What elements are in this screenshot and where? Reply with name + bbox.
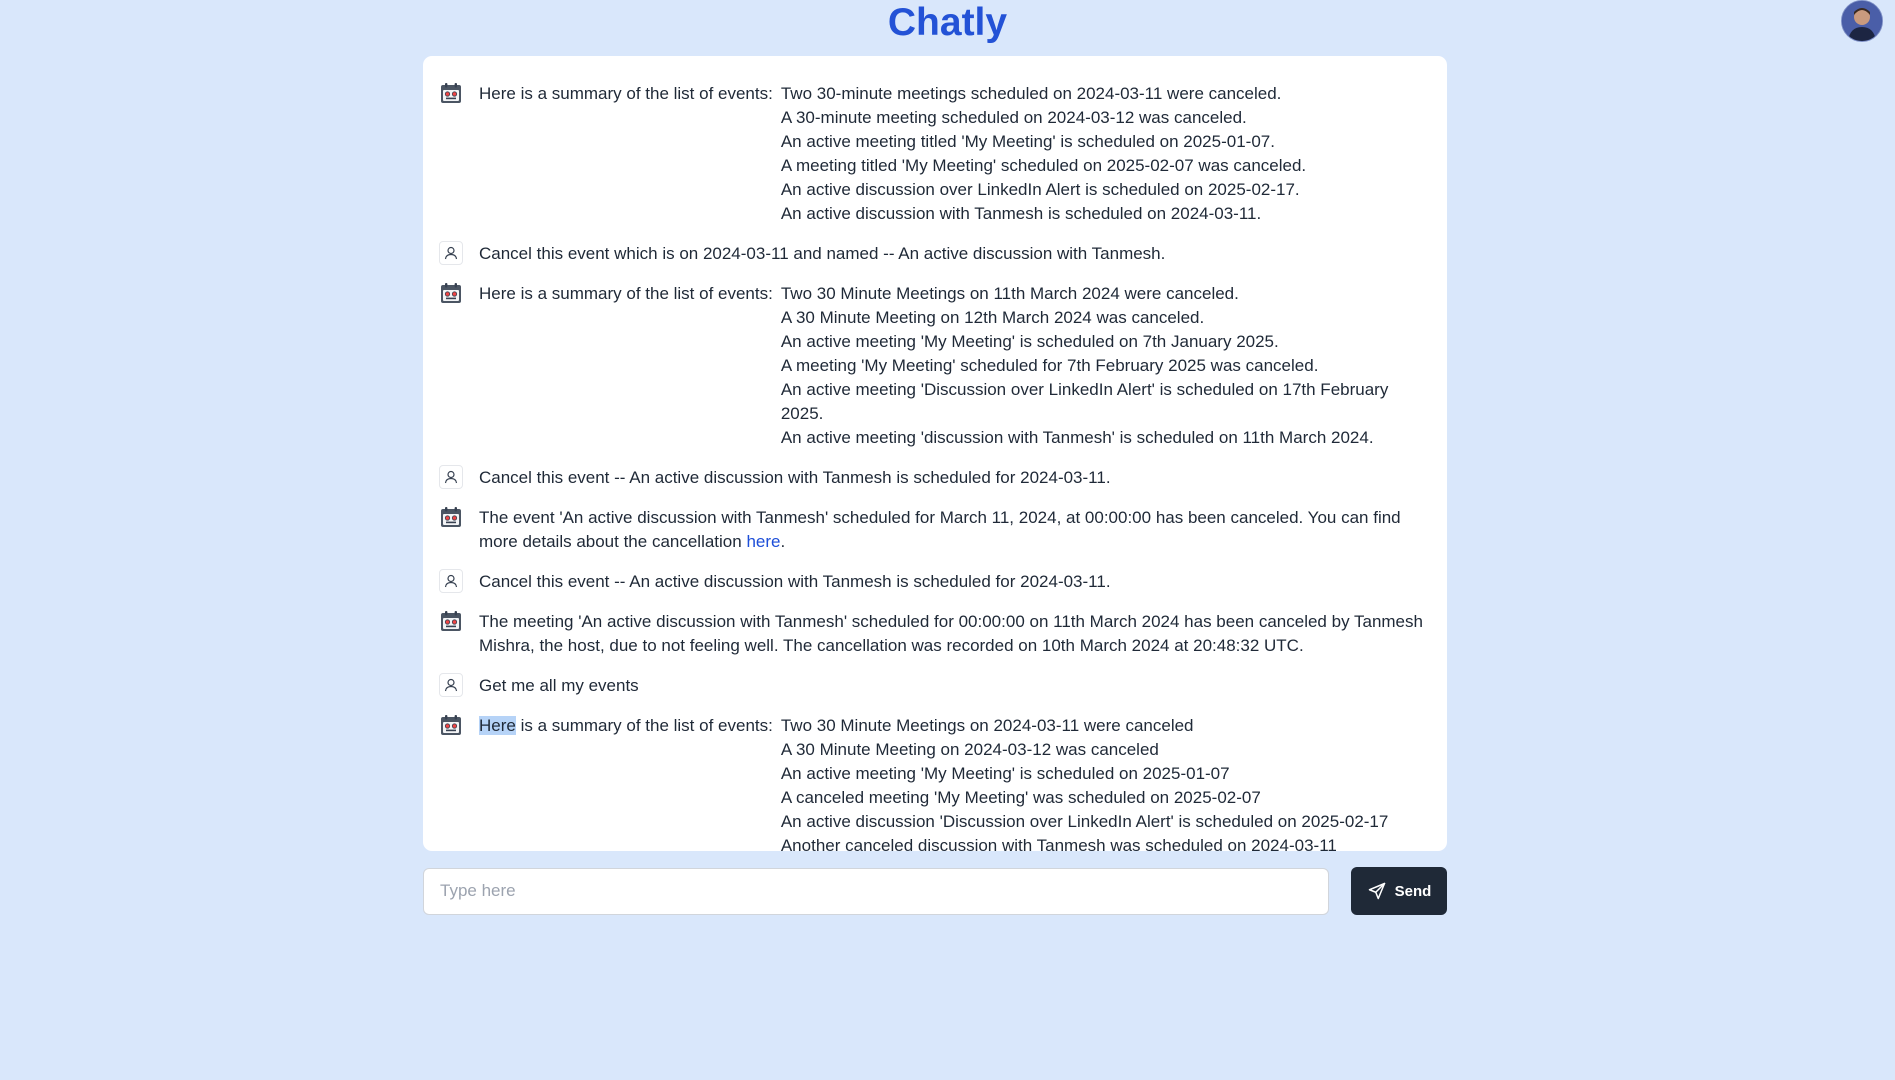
event-item: Two 30 Minute Meetings on 11th March 202…	[780, 284, 1239, 303]
user-message: Cancel this event which is on 2024-03-11…	[439, 241, 1431, 266]
summary-lead-text: Here is a summary of the list of events:	[479, 284, 773, 303]
user-message: Cancel this event -- An active discussio…	[439, 465, 1431, 490]
send-label: Send	[1394, 882, 1432, 900]
event-item: Two 30 Minute Meetings on 2024-03-11 wer…	[780, 716, 1194, 735]
bot-avatar	[439, 81, 463, 105]
event-item: A meeting 'My Meeting' scheduled for 7th…	[780, 356, 1319, 375]
event-item: A 30 Minute Meeting on 2024-03-12 was ca…	[780, 740, 1159, 759]
user-message: Cancel this event -- An active discussio…	[439, 569, 1431, 594]
message-content: Get me all my events	[479, 676, 639, 695]
event-item: An active meeting 'My Meeting' is schedu…	[780, 764, 1230, 783]
avatar-image	[1842, 1, 1882, 41]
message-content: The meeting 'An active discussion with T…	[479, 612, 1423, 655]
summary-lead: Here is a summary of the list of events:	[479, 714, 773, 851]
user-icon	[444, 246, 458, 260]
send-button[interactable]: Send	[1351, 867, 1447, 915]
message-text: Cancel this event which is on 2024-03-11…	[479, 242, 1431, 266]
event-list: Two 30 Minute Meetings on 2024-03-11 wer…	[781, 714, 1389, 851]
event-item: A canceled meeting 'My Meeting' was sche…	[780, 788, 1261, 807]
bot-avatar	[439, 505, 463, 529]
calendar-bot-icon	[441, 83, 461, 103]
event-list: Two 30-minute meetings scheduled on 2024…	[781, 82, 1306, 226]
calendar-bot-icon	[441, 507, 461, 527]
event-item: Two 30-minute meetings scheduled on 2024…	[780, 84, 1282, 103]
calendar-bot-icon	[441, 611, 461, 631]
message-text: Here is a summary of the list of events:…	[479, 82, 1431, 226]
message-input[interactable]	[423, 867, 1329, 915]
send-icon	[1368, 882, 1385, 900]
event-item: An active meeting 'Discussion over Linke…	[780, 380, 1389, 423]
event-item: A 30-minute meeting scheduled on 2024-03…	[780, 108, 1247, 127]
calendar-bot-icon	[441, 283, 461, 303]
bot-message: The meeting 'An active discussion with T…	[439, 610, 1431, 658]
event-item: An active discussion with Tanmesh is sch…	[780, 204, 1262, 223]
user-message: Get me all my events	[439, 673, 1431, 698]
message-text: Cancel this event -- An active discussio…	[479, 570, 1431, 594]
user-icon	[444, 678, 458, 692]
message-content: Cancel this event -- An active discussio…	[479, 468, 1111, 487]
bot-avatar	[439, 281, 463, 305]
event-item: An active discussion 'Discussion over Li…	[780, 812, 1389, 831]
event-item: A 30 Minute Meeting on 12th March 2024 w…	[780, 308, 1205, 327]
user-avatar-small	[439, 241, 463, 265]
message-text: The event 'An active discussion with Tan…	[479, 506, 1431, 554]
event-item: A meeting titled 'My Meeting' scheduled …	[780, 156, 1307, 175]
summary-lead: Here is a summary of the list of events:	[479, 82, 773, 226]
chat-panel: Here is a summary of the list of events:…	[423, 56, 1447, 851]
bot-avatar	[439, 609, 463, 633]
user-icon	[444, 574, 458, 588]
message-content-end: .	[780, 532, 786, 551]
user-icon	[444, 470, 458, 484]
message-text: Get me all my events	[479, 674, 1431, 698]
event-item: An active meeting titled 'My Meeting' is…	[780, 132, 1275, 151]
message-text: The meeting 'An active discussion with T…	[479, 610, 1431, 658]
summary-lead-text: is a summary of the list of events:	[515, 716, 773, 735]
summary-lead: Here is a summary of the list of events:	[479, 282, 773, 450]
composer: Send	[423, 867, 1447, 915]
event-item: An active meeting 'My Meeting' is schedu…	[780, 332, 1279, 351]
summary-lead-text: Here is a summary of the list of events:	[479, 84, 773, 103]
message-content: The event 'An active discussion with Tan…	[479, 508, 1401, 551]
message-text: Here is a summary of the list of events:…	[479, 714, 1431, 851]
message-content: Cancel this event -- An active discussio…	[479, 572, 1111, 591]
message-content: Cancel this event which is on 2024-03-11…	[479, 244, 1166, 263]
user-avatar[interactable]	[1841, 0, 1883, 42]
bot-message: The event 'An active discussion with Tan…	[439, 506, 1431, 554]
event-item: Another canceled discussion with Tanmesh…	[780, 836, 1337, 851]
bot-message: Here is a summary of the list of events:…	[439, 282, 1431, 450]
user-avatar-small	[439, 569, 463, 593]
event-item: An active meeting 'discussion with Tanme…	[780, 428, 1374, 447]
bot-message: Here is a summary of the list of events:…	[439, 82, 1431, 226]
calendar-bot-icon	[441, 715, 461, 735]
user-avatar-small	[439, 465, 463, 489]
selected-text: Here	[479, 716, 516, 735]
bot-avatar	[439, 713, 463, 737]
bot-message: Here is a summary of the list of events:…	[439, 714, 1431, 851]
user-avatar-small	[439, 673, 463, 697]
message-text: Here is a summary of the list of events:…	[479, 282, 1431, 450]
cancellation-details-link[interactable]: here	[746, 532, 780, 551]
event-item: An active discussion over LinkedIn Alert…	[780, 180, 1300, 199]
event-list: Two 30 Minute Meetings on 11th March 202…	[781, 282, 1431, 450]
message-text: Cancel this event -- An active discussio…	[479, 466, 1431, 490]
app-title: Chatly	[887, 1, 1008, 44]
